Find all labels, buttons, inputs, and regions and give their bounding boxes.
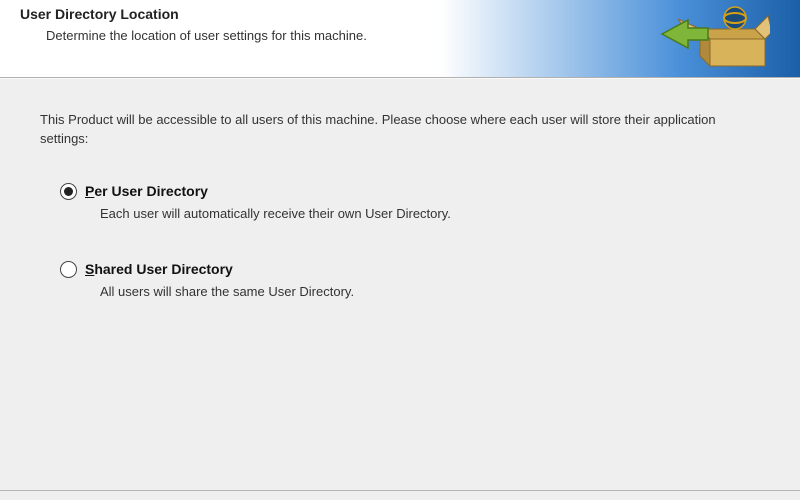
option-row: Per User Directory: [60, 183, 760, 200]
bottom-divider: [0, 490, 800, 491]
wizard-box-arrow-icon: [660, 4, 770, 72]
option-label-shared[interactable]: Shared User Directory: [85, 261, 233, 277]
option-desc-shared: All users will share the same User Direc…: [100, 284, 760, 299]
radio-shared[interactable]: [60, 261, 77, 278]
option-per-user: Per User Directory Each user will automa…: [60, 183, 760, 221]
intro-text: This Product will be accessible to all u…: [40, 111, 760, 149]
option-row: Shared User Directory: [60, 261, 760, 278]
wizard-header: User Directory Location Determine the lo…: [0, 0, 800, 78]
option-shared: Shared User Directory All users will sha…: [60, 261, 760, 299]
option-desc-per-user: Each user will automatically receive the…: [100, 206, 760, 221]
radio-per-user[interactable]: [60, 183, 77, 200]
option-label-per-user[interactable]: Per User Directory: [85, 183, 208, 199]
wizard-content: This Product will be accessible to all u…: [0, 78, 800, 498]
